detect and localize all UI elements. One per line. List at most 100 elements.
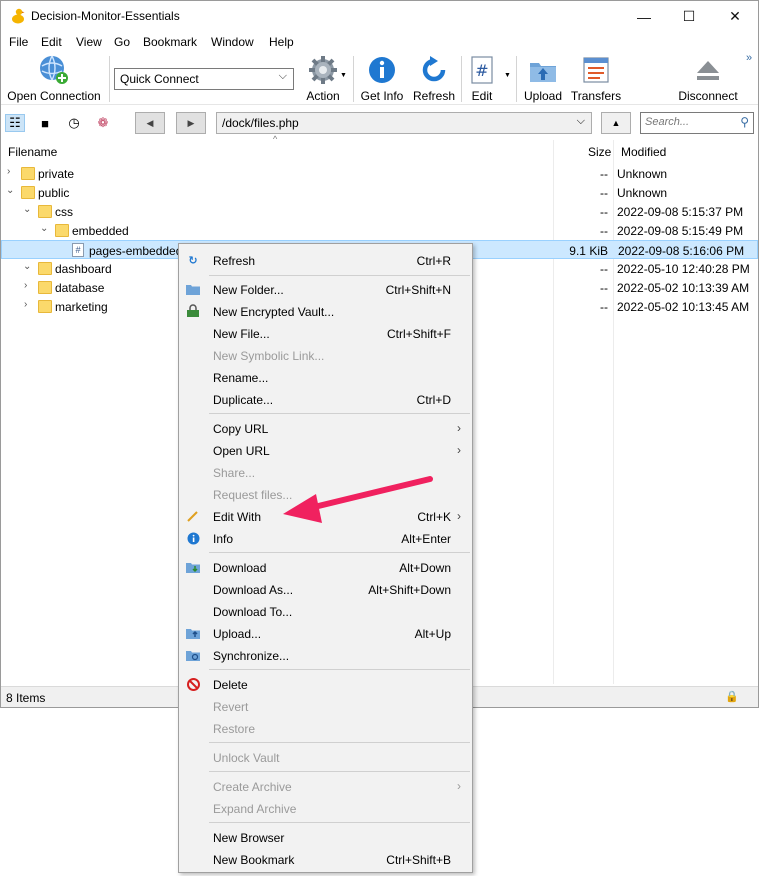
action-dropdown-icon[interactable]: ▼	[340, 72, 347, 79]
edit-button[interactable]: # Edit	[465, 54, 499, 104]
upload-folder-icon	[530, 63, 556, 82]
chevron-down-icon[interactable]: ⌄	[23, 204, 31, 215]
transfers-button[interactable]: Transfers	[569, 54, 623, 104]
submenu-chevron-icon: ›	[457, 421, 461, 435]
file-row[interactable]: ⌄ embedded -- 2022-09-08 5:15:49 PM	[1, 221, 758, 240]
vault-icon	[186, 304, 200, 318]
file-name: database	[55, 281, 105, 295]
info-icon	[369, 57, 395, 83]
menu-item-info[interactable]: Info Alt+Enter	[179, 527, 472, 549]
parent-directory-button[interactable]: ▲	[601, 112, 631, 134]
menu-item-upload[interactable]: Upload... Alt+Up	[179, 622, 472, 644]
chevron-down-icon[interactable]: ⌄	[6, 185, 14, 196]
chevron-right-icon[interactable]: ›	[24, 299, 27, 310]
menu-help[interactable]: Help	[269, 35, 294, 49]
menu-item-open-url[interactable]: Open URL ›	[179, 439, 472, 461]
menu-item-new-browser[interactable]: New Browser	[179, 826, 472, 848]
column-size[interactable]: Size	[588, 145, 611, 159]
menu-item-new-bookmark[interactable]: New Bookmark Ctrl+Shift+B	[179, 848, 472, 870]
bookmarks-icon[interactable]: ■	[35, 114, 55, 132]
menu-window[interactable]: Window	[211, 35, 254, 49]
context-menu: ↻ Refresh Ctrl+R New Folder... Ctrl+Shif…	[178, 243, 473, 873]
menu-item-label: Info	[213, 532, 234, 546]
menu-item-new-file[interactable]: New File... Ctrl+Shift+F	[179, 322, 472, 344]
refresh-icon: ↻	[188, 254, 198, 267]
outline-view-icon[interactable]: ☷	[5, 114, 25, 132]
back-button[interactable]: ◀	[135, 112, 165, 134]
menu-item-rename[interactable]: Rename...	[179, 366, 472, 388]
menu-item-shortcut: Ctrl+R	[416, 254, 451, 268]
menu-edit[interactable]: Edit	[41, 35, 62, 49]
menu-item-label: Edit With	[213, 510, 262, 524]
bonjour-icon[interactable]: ❁	[93, 114, 113, 132]
history-clock-icon[interactable]: ◷	[64, 114, 84, 132]
menu-go[interactable]: Go	[114, 35, 130, 49]
menu-item-label: New File...	[213, 327, 270, 341]
chevron-right-icon[interactable]: ›	[24, 280, 27, 291]
file-name: embedded	[72, 224, 129, 238]
menu-file[interactable]: File	[9, 35, 28, 49]
chevron-down-icon[interactable]: ⌄	[23, 261, 31, 272]
file-modified: Unknown	[617, 186, 668, 200]
edit-dropdown-icon[interactable]: ▼	[504, 72, 511, 79]
menu-item-shortcut: Ctrl+Shift+F	[386, 327, 451, 341]
path-value: /dock/files.php	[222, 116, 299, 130]
info-icon	[186, 531, 200, 545]
path-select[interactable]: /dock/files.php ⌵	[216, 112, 592, 134]
menu-item-edit-with[interactable]: Edit With Ctrl+K ›	[179, 505, 472, 527]
menu-item-refresh[interactable]: ↻ Refresh Ctrl+R	[179, 249, 472, 271]
menu-item-shortcut: Ctrl+K	[417, 510, 451, 524]
chevron-right-icon[interactable]: ›	[7, 166, 10, 177]
forward-button[interactable]: ▶	[176, 112, 206, 134]
open-connection-button[interactable]: Open Connection	[5, 54, 103, 104]
menu-item-download-as[interactable]: Download As... Alt+Shift+Down	[179, 578, 472, 600]
toolbar-overflow-icon[interactable]: »	[746, 52, 752, 64]
get-info-button[interactable]: Get Info	[357, 54, 407, 104]
menu-item-download[interactable]: Download Alt+Down	[179, 556, 472, 578]
quick-connect-select[interactable]: Quick Connect ⌵	[114, 68, 294, 90]
search-input[interactable]: Search... ⚲	[640, 112, 754, 134]
globe-plus-icon	[40, 55, 68, 84]
refresh-icon	[422, 56, 446, 82]
menu-bookmark[interactable]: Bookmark	[143, 35, 197, 49]
menu-item-shortcut: Alt+Shift+Down	[368, 583, 451, 597]
menu-item-new-folder[interactable]: New Folder... Ctrl+Shift+N	[179, 278, 472, 300]
column-filename[interactable]: Filename	[8, 145, 57, 159]
menu-item-new-symbolic-link: New Symbolic Link...	[179, 344, 472, 366]
menu-view[interactable]: View	[76, 35, 102, 49]
title-bar: Decision-Monitor-Essentials — ☐ ✕	[1, 1, 758, 32]
menu-separator	[209, 275, 470, 276]
action-button[interactable]: Action	[297, 54, 349, 104]
menu-item-new-encrypted-vault[interactable]: New Encrypted Vault...	[179, 300, 472, 322]
file-row[interactable]: ⌄ public -- Unknown	[1, 183, 758, 202]
file-row[interactable]: ⌄ css -- 2022-09-08 5:15:37 PM	[1, 202, 758, 221]
disconnect-label: Disconnect	[678, 89, 738, 103]
menu-item-copy-url[interactable]: Copy URL ›	[179, 417, 472, 439]
menu-item-duplicate[interactable]: Duplicate... Ctrl+D	[179, 388, 472, 410]
chevron-down-icon[interactable]: ⌄	[40, 223, 48, 234]
submenu-chevron-icon: ›	[457, 779, 461, 793]
upload-button[interactable]: Upload	[520, 54, 566, 104]
column-modified[interactable]: Modified	[621, 145, 666, 159]
menu-item-label: Delete	[213, 678, 248, 692]
close-button[interactable]: ✕	[712, 1, 758, 32]
file-name: css	[55, 205, 73, 219]
menu-item-shortcut: Alt+Down	[399, 561, 451, 575]
file-size: --	[600, 281, 608, 295]
menu-item-label: Download To...	[213, 605, 293, 619]
menu-item-delete[interactable]: Delete	[179, 673, 472, 695]
file-size: --	[600, 224, 608, 238]
file-size: 9.1 KiB	[569, 244, 608, 258]
file-name: public	[38, 186, 70, 200]
delete-icon	[186, 677, 200, 691]
menu-item-download-to[interactable]: Download To...	[179, 600, 472, 622]
refresh-button[interactable]: Refresh	[411, 54, 457, 104]
minimize-button[interactable]: —	[621, 1, 667, 32]
menu-item-label: Rename...	[213, 371, 269, 385]
transfers-label: Transfers	[570, 89, 622, 103]
file-row[interactable]: › private -- Unknown	[1, 164, 758, 183]
menu-item-revert: Revert	[179, 695, 472, 717]
disconnect-button[interactable]: Disconnect	[673, 54, 743, 104]
maximize-button[interactable]: ☐	[666, 1, 712, 32]
menu-item-synchronize[interactable]: Synchronize...	[179, 644, 472, 666]
